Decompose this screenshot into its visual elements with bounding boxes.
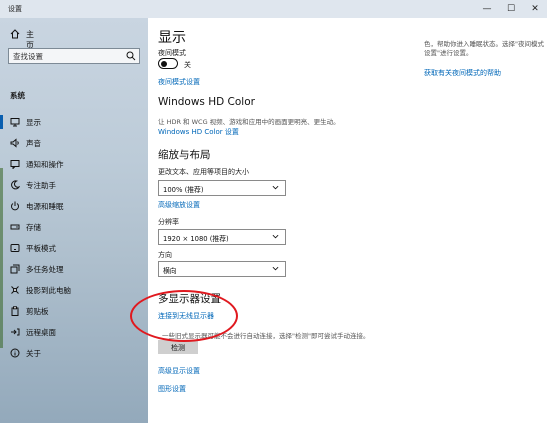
scale-change-label: 更改文本、应用等项目的大小 — [158, 168, 249, 176]
sidebar-item-label: 电源和睡眠 — [26, 202, 64, 211]
speaker-icon — [10, 138, 19, 148]
resolution-label: 分辨率 — [158, 218, 179, 226]
sidebar-item-label: 存储 — [26, 223, 41, 232]
sidebar-item-power[interactable]: 电源和睡眠 — [0, 196, 148, 217]
sidebar-item-label: 剪贴板 — [26, 307, 49, 316]
storage-icon — [10, 224, 20, 230]
night-light-toggle[interactable] — [158, 58, 178, 69]
hd-color-description: 让 HDR 和 WCG 视频、游戏和应用中的画面更明亮、更生动。 — [158, 118, 340, 126]
detect-button-label: 检测 — [171, 344, 185, 352]
sidebar-item-projection[interactable]: 投影到此电脑 — [0, 280, 148, 301]
home-icon — [10, 29, 20, 39]
maximize-button[interactable]: ☐ — [499, 0, 523, 18]
sidebar-item-label: 专注助手 — [26, 181, 56, 190]
hd-color-settings-link[interactable]: Windows HD Color 设置 — [158, 127, 239, 137]
night-light-settings-link[interactable]: 夜间模式设置 — [158, 77, 200, 87]
scale-layout-heading: 缩放与布局 — [158, 149, 211, 161]
close-button[interactable]: ✕ — [523, 0, 547, 18]
sidebar-item-label: 远程桌面 — [26, 328, 56, 337]
window-title: 设置 — [8, 5, 22, 13]
scale-value: 100% (推荐) — [163, 186, 204, 194]
sidebar-item-multitasking[interactable]: 多任务处理 — [0, 259, 148, 280]
multitask-icon — [10, 264, 20, 274]
page-title: 显示 — [158, 30, 186, 46]
sidebar-item-storage[interactable]: 存储 — [0, 217, 148, 238]
night-light-description: 色，帮助你进入睡眠状态。选择"夜间模式设置"进行设置。 — [424, 40, 544, 57]
sidebar-item-clipboard[interactable]: 剪贴板 — [0, 301, 148, 322]
sidebar-item-label: 关于 — [26, 349, 41, 358]
settings-window: 设置 — ☐ ✕ 主页 查找设置 系统 显示 声音 通知和操作 专注助手 电源和… — [0, 0, 547, 423]
night-light-label: 夜间模式 — [158, 49, 186, 57]
monitor-icon — [10, 118, 20, 127]
hd-color-heading: Windows HD Color — [158, 96, 255, 108]
sidebar-item-focus-assist[interactable]: 专注助手 — [0, 175, 148, 196]
night-light-state: 关 — [184, 61, 191, 69]
annotation-circle — [130, 290, 238, 342]
night-light-help-link[interactable]: 获取有关夜间模式的帮助 — [424, 68, 501, 78]
sidebar-item-label: 声音 — [26, 139, 41, 148]
search-placeholder: 查找设置 — [13, 52, 43, 61]
sidebar-item-label: 多任务处理 — [26, 265, 64, 274]
search-input[interactable]: 查找设置 — [8, 48, 140, 64]
section-heading: 系统 — [10, 91, 25, 100]
sidebar-item-notifications[interactable]: 通知和操作 — [0, 154, 148, 175]
chevron-down-icon — [272, 185, 279, 190]
detect-button[interactable]: 检测 — [158, 340, 198, 354]
orientation-label: 方向 — [158, 251, 172, 259]
main-content: 显示 夜间模式 关 夜间模式设置 色，帮助你进入睡眠状态。选择"夜间模式设置"进… — [148, 18, 547, 423]
sidebar-item-label: 投影到此电脑 — [26, 286, 71, 295]
moon-icon — [11, 180, 20, 190]
clipboard-icon — [11, 306, 19, 316]
resolution-value: 1920 × 1080 (推荐) — [163, 235, 229, 243]
sidebar-nav: 显示 声音 通知和操作 专注助手 电源和睡眠 存储 平板模式 多任务处理 投影到… — [0, 112, 148, 364]
minimize-button[interactable]: — — [475, 0, 499, 18]
scale-dropdown[interactable]: 100% (推荐) — [158, 180, 286, 196]
chevron-down-icon — [272, 234, 279, 239]
active-indicator — [0, 115, 3, 129]
projection-icon — [11, 286, 19, 294]
resolution-dropdown[interactable]: 1920 × 1080 (推荐) — [158, 229, 286, 245]
sidebar-item-about[interactable]: 关于 — [0, 343, 148, 364]
search-icon — [126, 51, 136, 61]
sidebar-item-remote-desktop[interactable]: 远程桌面 — [0, 322, 148, 343]
sidebar-item-display[interactable]: 显示 — [0, 112, 148, 133]
info-icon — [10, 348, 20, 358]
orientation-value: 横向 — [163, 267, 177, 275]
remote-desktop-icon — [11, 328, 20, 336]
power-icon — [11, 201, 19, 211]
graphics-settings-link[interactable]: 图形设置 — [158, 384, 186, 394]
notification-icon — [10, 160, 20, 169]
sidebar-item-tablet[interactable]: 平板模式 — [0, 238, 148, 259]
tablet-icon — [10, 244, 20, 252]
advanced-display-settings-link[interactable]: 高级显示设置 — [158, 366, 200, 376]
advanced-scaling-link[interactable]: 高级缩放设置 — [158, 200, 200, 210]
sidebar-item-label: 显示 — [26, 118, 41, 127]
sidebar-item-label: 通知和操作 — [26, 160, 64, 169]
sidebar-item-label: 平板模式 — [26, 244, 56, 253]
sidebar: 主页 查找设置 系统 显示 声音 通知和操作 专注助手 电源和睡眠 存储 平板模… — [0, 18, 148, 423]
title-bar: 设置 — ☐ ✕ — [0, 0, 547, 18]
chevron-down-icon — [272, 266, 279, 271]
toggle-knob — [161, 60, 167, 67]
sidebar-item-sound[interactable]: 声音 — [0, 133, 148, 154]
orientation-dropdown[interactable]: 横向 — [158, 261, 286, 277]
